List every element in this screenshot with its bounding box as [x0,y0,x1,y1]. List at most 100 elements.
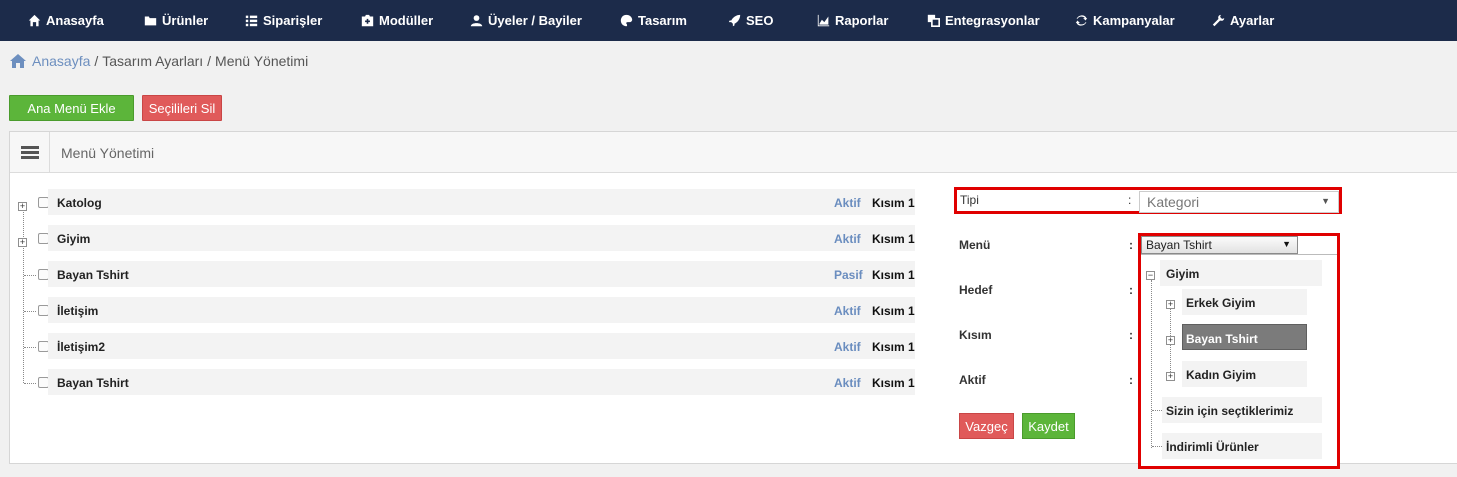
menu-row-status[interactable]: Pasif [834,268,863,282]
tree-connector-line [24,383,36,384]
cancel-button[interactable]: Vazgeç [959,413,1014,439]
menu-select[interactable]: Bayan Tshirt ▼ [1141,236,1298,254]
expand-toggle[interactable]: + [18,202,27,211]
dropdown-item-label: Giyim [1166,267,1200,281]
menu-row-katolog[interactable]: Katolog Aktif Kısım 1 [48,189,915,215]
nav-label: Üyeler / Bayiler [488,13,582,28]
menu-row-section: Kısım 1 [872,340,915,354]
nav-label: Siparişler [263,13,323,28]
dropdown-item-indirimli-urunler[interactable]: İndirimli Ürünler [1162,433,1322,459]
colon: : [1129,238,1133,252]
dropdown-item-erkek-giyim[interactable]: Erkek Giyim [1182,289,1307,315]
menu-row-status[interactable]: Aktif [834,340,861,354]
nav-item-entegrasyonlar[interactable]: Entegrasyonlar [927,0,1040,41]
colon: : [1128,193,1132,207]
tipi-select[interactable]: Kategori ▼ [1139,191,1339,213]
home-icon [10,54,26,68]
hamburger-icon [20,145,39,159]
label-kisim: Kısım [959,328,992,342]
menu-row-status[interactable]: Aktif [834,232,861,246]
list-icon [245,15,258,27]
menu-row-name: Bayan Tshirt [57,376,129,390]
tree-connector-line [24,311,36,312]
panel-menu-toggle[interactable] [10,132,50,172]
dropdown-item-label: Sizin için seçtiklerimiz [1166,404,1294,418]
tree-connector-line [1151,280,1152,448]
label-aktif: Aktif [959,373,986,387]
add-main-menu-button[interactable]: Ana Menü Ekle [9,95,134,121]
menu-row-name: Giyim [57,232,91,246]
menu-row-section: Kısım 1 [872,304,915,318]
colon: : [1129,328,1133,342]
label-menu: Menü [959,238,991,252]
menu-row-bayan-tshirt-2[interactable]: Bayan Tshirt Aktif Kısım 1 [48,369,915,395]
menu-row-status[interactable]: Aktif [834,376,861,390]
nav-label: Anasayfa [46,13,104,28]
nav-label: SEO [746,13,774,28]
nav-item-seo[interactable]: SEO [728,0,773,41]
expand-toggle[interactable]: − [1146,271,1155,280]
nav-item-uyeler-bayiler[interactable]: Üyeler / Bayiler [470,0,582,41]
breadcrumb-item-tasarim-ayarlari[interactable]: Tasarım Ayarları [102,53,203,69]
nav-item-siparisler[interactable]: Siparişler [245,0,322,41]
menu-row-giyim[interactable]: Giyim Aktif Kısım 1 [48,225,915,251]
tree-connector-line [24,275,36,276]
top-navigation-bar: Anasayfa Ürünler Siparişler Modüller Üye… [0,0,1457,41]
panel-title: Menü Yönetimi [61,145,155,161]
dropdown-item-bayan-tshirt[interactable]: Bayan Tshirt [1182,324,1307,350]
tree-connector-line [24,347,36,348]
menu-row-section: Kısım 1 [872,268,915,282]
menu-row-status[interactable]: Aktif [834,196,861,210]
tree-connector-line [1152,446,1162,447]
nav-label: Ürünler [162,13,209,28]
nav-item-urunler[interactable]: Ürünler [144,0,208,41]
expand-toggle[interactable]: + [1166,336,1175,345]
menu-row-bayan-tshirt[interactable]: Bayan Tshirt Pasif Kısım 1 [48,261,915,287]
dropdown-item-label: Bayan Tshirt [1186,332,1258,346]
save-button[interactable]: Kaydet [1022,413,1075,439]
colon: : [1129,283,1133,297]
expand-toggle[interactable]: + [18,238,27,247]
menu-row-section: Kısım 1 [872,232,915,246]
menu-row-iletisim2[interactable]: İletişim2 Aktif Kısım 1 [48,333,915,359]
expand-toggle[interactable]: + [1166,372,1175,381]
menu-row-status[interactable]: Aktif [834,304,861,318]
user-icon [470,15,483,27]
rocket-icon [728,14,741,27]
menu-row-iletisim[interactable]: İletişim Aktif Kısım 1 [48,297,915,323]
palette-icon [620,14,633,27]
nav-label: Tasarım [638,13,687,28]
dropdown-item-giyim[interactable]: Giyim [1160,260,1322,286]
breadcrumb-home-link[interactable]: Anasayfa [32,53,90,69]
panel-header: Menü Yönetimi [10,132,1457,173]
nav-label: Entegrasyonlar [945,13,1040,28]
nav-item-ayarlar[interactable]: Ayarlar [1212,0,1274,41]
menu-row-section: Kısım 1 [872,376,915,390]
menu-row-section: Kısım 1 [872,196,915,210]
dropdown-item-kadin-giyim[interactable]: Kadın Giyim [1182,361,1307,387]
nav-label: Raporlar [835,13,889,28]
menu-row-name: Bayan Tshirt [57,268,129,282]
delete-selected-button[interactable]: Seçilileri Sil [142,95,222,121]
nav-label: Modüller [379,13,434,28]
refresh-icon [1075,15,1088,26]
menu-row-name: İletişim2 [57,340,106,354]
menu-row-name: İletişim [57,304,99,318]
folder-icon [144,16,157,26]
nav-item-anasayfa[interactable]: Anasayfa [28,0,104,41]
nav-item-moduller[interactable]: Modüller [361,0,433,41]
expand-toggle[interactable]: + [1166,300,1175,309]
tipi-selected-value: Kategori [1147,194,1200,210]
breadcrumb-item-menu-yonetimi: Menü Yönetimi [215,53,309,69]
dropdown-item-label: Kadın Giyim [1186,368,1257,382]
wrench-icon [1212,14,1225,27]
dropdown-item-label: İndirimli Ürünler [1166,440,1259,454]
plus-box-icon [361,14,374,27]
home-icon [28,14,41,27]
nav-item-kampanyalar[interactable]: Kampanyalar [1075,0,1175,41]
nav-item-tasarim[interactable]: Tasarım [620,0,687,41]
dropdown-item-sizin-icin-sectiklerimiz[interactable]: Sizin için seçtiklerimiz [1162,397,1322,423]
dropdown-item-label: Erkek Giyim [1186,296,1256,310]
nav-item-raporlar[interactable]: Raporlar [817,0,888,41]
menu-selected-value: Bayan Tshirt [1146,238,1212,252]
